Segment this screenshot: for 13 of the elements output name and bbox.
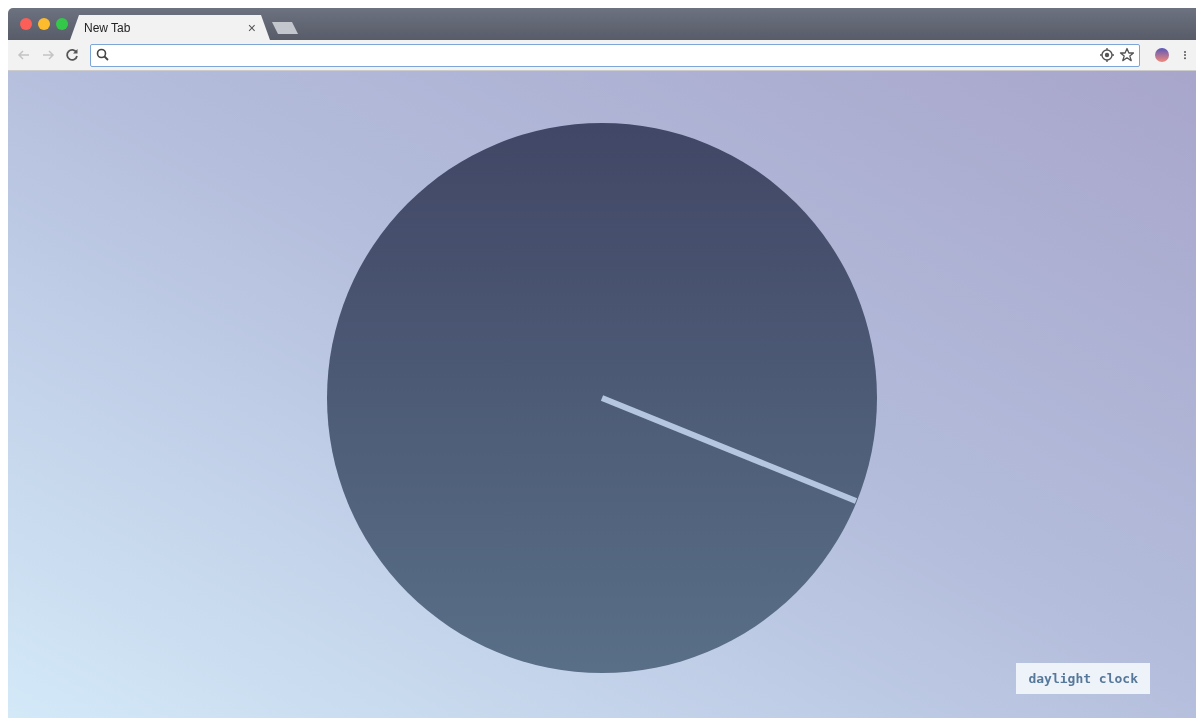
minimize-window-button[interactable]: [38, 18, 50, 30]
address-field[interactable]: [90, 43, 1140, 67]
app-title-label: daylight clock: [1016, 663, 1150, 694]
star-icon[interactable]: [1119, 47, 1135, 63]
close-window-button[interactable]: [20, 18, 32, 30]
browser-tab[interactable]: New Tab ×: [70, 15, 270, 40]
new-tab-button[interactable]: [272, 22, 298, 34]
search-icon: [95, 47, 111, 63]
location-icon[interactable]: [1099, 47, 1115, 63]
profile-avatar-icon[interactable]: [1154, 47, 1170, 63]
close-tab-button[interactable]: ×: [247, 19, 256, 36]
tab-title: New Tab: [84, 20, 132, 35]
zoom-window-button[interactable]: [56, 18, 68, 30]
